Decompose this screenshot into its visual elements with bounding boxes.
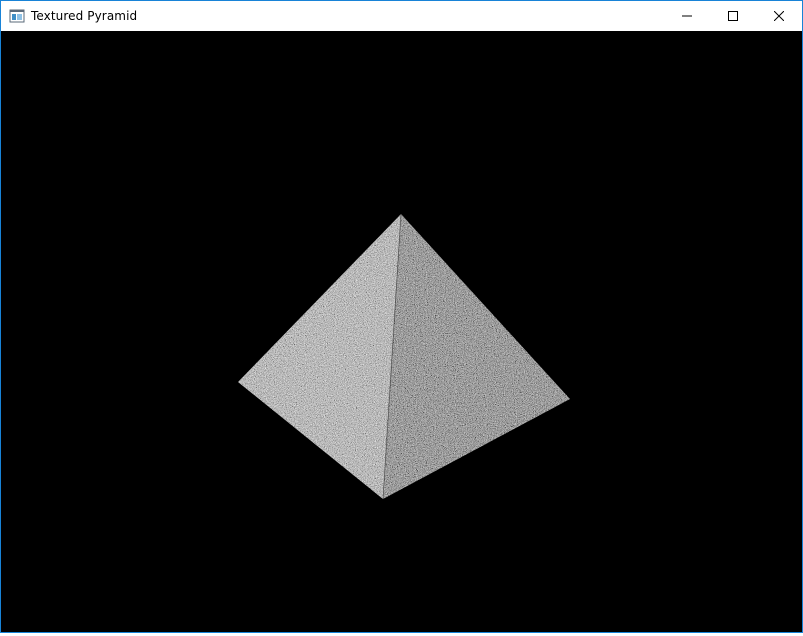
app-window: Textured Pyramid bbox=[0, 0, 803, 633]
minimize-button[interactable] bbox=[664, 1, 710, 31]
window-title: Textured Pyramid bbox=[31, 9, 138, 23]
maximize-button[interactable] bbox=[710, 1, 756, 31]
minimize-icon bbox=[682, 15, 692, 17]
pyramid-scene bbox=[238, 213, 570, 500]
window-controls bbox=[664, 1, 802, 31]
close-button[interactable] bbox=[756, 1, 802, 31]
window-app-icon bbox=[9, 9, 25, 23]
title-bar[interactable]: Textured Pyramid bbox=[1, 1, 802, 31]
maximize-icon bbox=[728, 11, 738, 21]
render-viewport[interactable] bbox=[1, 31, 802, 632]
close-icon bbox=[774, 11, 784, 21]
